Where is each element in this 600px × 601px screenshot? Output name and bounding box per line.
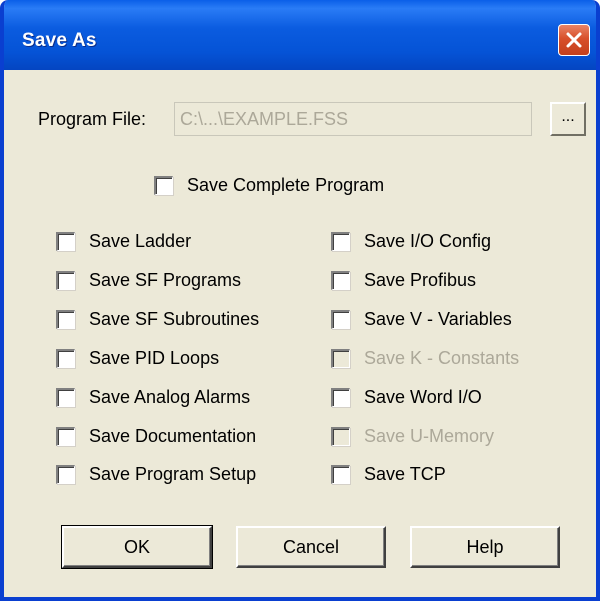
close-button[interactable] — [558, 24, 590, 56]
option-save-program-setup[interactable]: Save Program Setup — [56, 462, 256, 486]
option-save-analog-alarms[interactable]: Save Analog Alarms — [56, 385, 250, 409]
option-save-u-memory: Save U-Memory — [331, 424, 494, 448]
save-ladder-checkbox[interactable] — [56, 231, 75, 251]
save-program-setup-label: Save Program Setup — [89, 463, 257, 484]
program-file-field: C:\...\EXAMPLE.FSS — [174, 102, 532, 136]
browse-button[interactable]: ... — [550, 102, 586, 136]
save-documentation-checkbox[interactable] — [56, 426, 75, 446]
option-save-sf-subroutines[interactable]: Save SF Subroutines — [56, 307, 259, 331]
save-tcp-label: Save TCP — [364, 463, 446, 484]
save-analog-alarms-checkbox[interactable] — [56, 387, 75, 407]
save-io-config-checkbox[interactable] — [331, 231, 350, 251]
save-k-constants-checkbox — [331, 348, 350, 368]
option-save-k-constants: Save K - Constants — [331, 346, 519, 370]
save-program-setup-checkbox[interactable] — [56, 464, 75, 484]
save-tcp-checkbox[interactable] — [331, 464, 350, 484]
save-complete-program-option[interactable]: Save Complete Program — [154, 173, 384, 197]
option-save-documentation[interactable]: Save Documentation — [56, 424, 256, 448]
save-pid-loops-label: Save PID Loops — [89, 347, 220, 368]
save-profibus-label: Save Profibus — [364, 269, 477, 290]
option-save-word-io[interactable]: Save Word I/O — [331, 385, 482, 409]
save-complete-program-checkbox[interactable] — [154, 175, 173, 195]
save-sf-programs-checkbox[interactable] — [56, 270, 75, 290]
ok-button[interactable]: OK — [61, 525, 213, 569]
save-sf-subroutines-label: Save SF Subroutines — [89, 308, 260, 329]
option-save-v-variables[interactable]: Save V - Variables — [331, 307, 512, 331]
program-file-label: Program File: — [38, 109, 147, 129]
save-pid-loops-checkbox[interactable] — [56, 348, 75, 368]
close-icon — [565, 31, 583, 49]
save-sf-subroutines-checkbox[interactable] — [56, 309, 75, 329]
option-save-ladder[interactable]: Save Ladder — [56, 229, 191, 253]
option-save-io-config[interactable]: Save I/O Config — [331, 229, 491, 253]
save-word-io-label: Save Word I/O — [364, 386, 482, 407]
save-ladder-label: Save Ladder — [89, 230, 192, 251]
save-sf-programs-label: Save SF Programs — [89, 269, 242, 290]
save-k-constants-label: Save K - Constants — [364, 347, 520, 368]
option-save-profibus[interactable]: Save Profibus — [331, 268, 476, 292]
save-v-variables-checkbox[interactable] — [331, 309, 350, 329]
save-complete-program-label: Save Complete Program — [187, 174, 385, 195]
save-documentation-label: Save Documentation — [89, 425, 257, 446]
save-analog-alarms-label: Save Analog Alarms — [89, 386, 251, 407]
cancel-button[interactable]: Cancel — [236, 526, 386, 568]
save-io-config-label: Save I/O Config — [364, 230, 492, 251]
window-title: Save As — [22, 30, 97, 51]
save-u-memory-checkbox — [331, 426, 350, 446]
help-button[interactable]: Help — [410, 526, 560, 568]
save-u-memory-label: Save U-Memory — [364, 425, 495, 446]
save-profibus-checkbox[interactable] — [331, 270, 350, 290]
title-bar[interactable]: Save As — [4, 0, 596, 70]
save-v-variables-label: Save V - Variables — [364, 308, 512, 329]
option-save-tcp[interactable]: Save TCP — [331, 462, 446, 486]
option-save-pid-loops[interactable]: Save PID Loops — [56, 346, 219, 370]
save-word-io-checkbox[interactable] — [331, 387, 350, 407]
option-save-sf-programs[interactable]: Save SF Programs — [56, 268, 241, 292]
save-as-dialog: Save As Program File: C:\...\EXAMPLE.FSS… — [0, 0, 600, 601]
